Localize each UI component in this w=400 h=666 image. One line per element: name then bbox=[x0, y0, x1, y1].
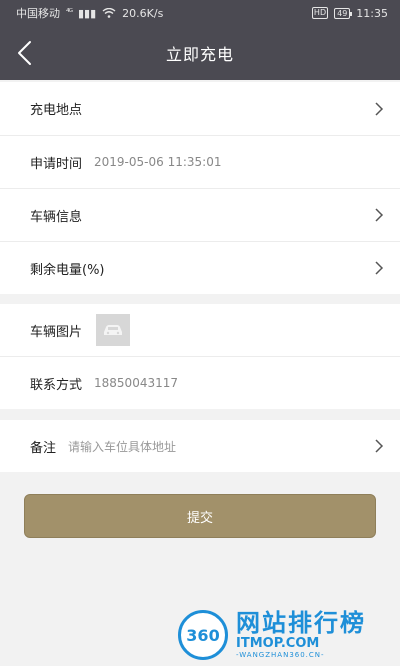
battery-label: 剩余电量(%) bbox=[30, 262, 105, 278]
back-arrow-icon bbox=[18, 41, 31, 65]
watermark-en-sub: -WANGZHAN360.CN- bbox=[236, 651, 325, 659]
remark-input[interactable]: 请输入车位具体地址 bbox=[68, 438, 176, 455]
contact-value[interactable]: 18850043117 bbox=[94, 376, 178, 390]
status-left: 中国移动 ⁴ᴳ ▮▮▮ 20.6K/s bbox=[16, 5, 163, 21]
chevron-right-icon bbox=[375, 261, 384, 275]
car-icon bbox=[104, 325, 123, 335]
network-speed: 20.6K/s bbox=[122, 6, 164, 20]
contact-row: 联系方式 18850043117 bbox=[0, 357, 400, 409]
watermark-en: ITMOP.COM bbox=[236, 636, 320, 651]
submit-label: 提交 bbox=[186, 510, 213, 526]
watermark-cn: 网站排行榜 bbox=[236, 609, 366, 637]
status-bar: 中国移动 ⁴ᴳ ▮▮▮ 20.6K/s HD 49 11:35 bbox=[0, 0, 400, 26]
nav-bar: 立即充电 bbox=[0, 26, 400, 80]
image-row: 车辆图片 bbox=[0, 304, 400, 356]
time-label: 申请时间 bbox=[30, 156, 83, 172]
chevron-right-icon bbox=[375, 208, 384, 222]
battery-row[interactable]: 剩余电量(%) bbox=[0, 242, 400, 294]
image-label: 车辆图片 bbox=[30, 324, 83, 340]
watermark-logo-icon: 360 bbox=[178, 610, 228, 660]
car-image-upload[interactable] bbox=[96, 314, 131, 346]
submit-button[interactable]: 提交 bbox=[24, 494, 376, 538]
status-time: 11:35 bbox=[356, 6, 388, 20]
vehicle-row[interactable]: 车辆信息 bbox=[0, 189, 400, 241]
chevron-right-icon bbox=[375, 439, 384, 453]
signal-bars-icon: ▮▮▮ bbox=[78, 6, 97, 20]
time-row: 申请时间 2019-05-06 11:35:01 bbox=[0, 136, 400, 188]
location-row[interactable]: 充电地点 bbox=[0, 82, 400, 135]
contact-label: 联系方式 bbox=[30, 377, 83, 393]
back-button[interactable] bbox=[12, 36, 42, 70]
carrier-text: 中国移动 bbox=[16, 7, 60, 20]
watermark-logo-text: 360 bbox=[186, 625, 220, 645]
page-title: 立即充电 bbox=[165, 45, 234, 64]
hd-icon: HD bbox=[311, 7, 329, 19]
watermark-text: 网站排行榜 ITMOP.COM -WANGZHAN360.CN- bbox=[236, 611, 366, 659]
location-label: 充电地点 bbox=[30, 103, 83, 118]
chevron-right-icon bbox=[375, 101, 384, 116]
watermark: 360 网站排行榜 ITMOP.COM -WANGZHAN360.CN- bbox=[178, 606, 398, 664]
status-right: HD 49 11:35 bbox=[311, 6, 388, 20]
wifi-icon bbox=[102, 8, 116, 18]
remark-row[interactable]: 备注 请输入车位具体地址 bbox=[0, 420, 400, 472]
signal-icon: ⁴ᴳ bbox=[66, 8, 73, 18]
remark-label: 备注 bbox=[30, 440, 57, 456]
time-value: 2019-05-06 11:35:01 bbox=[94, 155, 222, 169]
battery-icon: 49 bbox=[334, 7, 353, 19]
vehicle-label: 车辆信息 bbox=[30, 209, 83, 225]
